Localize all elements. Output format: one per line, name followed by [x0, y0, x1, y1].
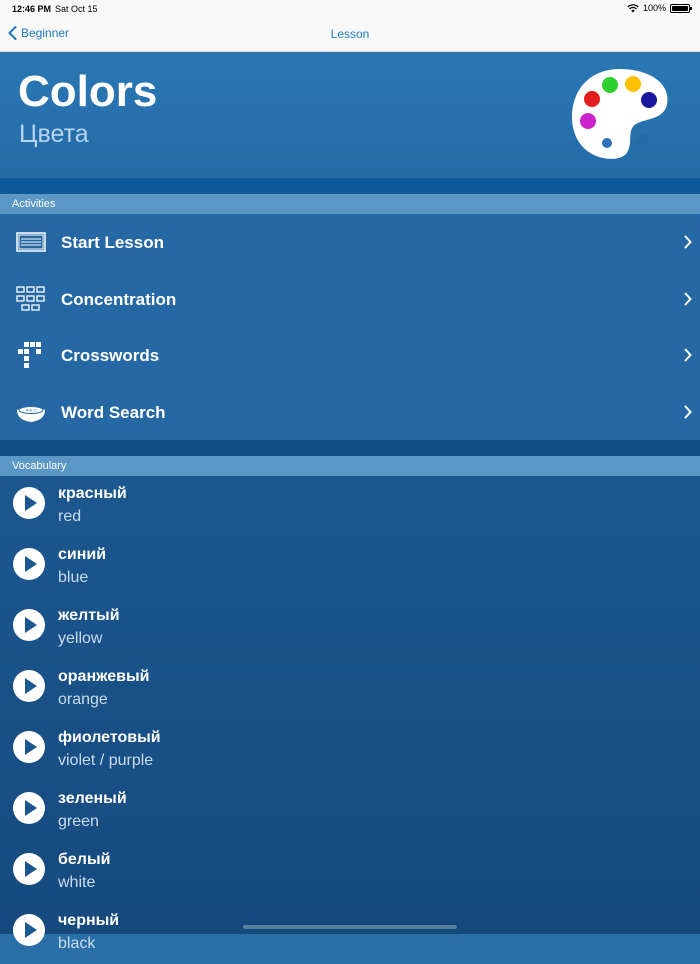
play-button[interactable] — [13, 914, 45, 946]
play-icon — [25, 678, 37, 694]
vocabulary-word: красный — [58, 485, 127, 502]
activity-crosswords[interactable]: Crosswords — [0, 327, 700, 383]
wifi-icon — [627, 3, 639, 12]
vocabulary-translation: yellow — [58, 630, 103, 647]
status-bar: 12:46 PM Sat Oct 15 100% — [0, 0, 700, 18]
vocabulary-word: черный — [58, 912, 120, 929]
vocabulary-translation: violet / purple — [58, 752, 154, 769]
chevron-right-icon — [684, 235, 692, 249]
vocabulary-header-label: Vocabulary — [12, 460, 67, 472]
status-time: 12:46 PM — [12, 4, 52, 14]
play-icon — [25, 495, 37, 511]
svg-text:A B C: A B C — [26, 408, 36, 413]
play-button[interactable] — [13, 853, 45, 885]
vocabulary-section-header: Vocabulary — [0, 456, 700, 476]
vocabulary-item: желтый yellow — [0, 598, 700, 659]
play-button[interactable] — [13, 670, 45, 702]
lesson-title: Colors — [18, 67, 158, 116]
play-button[interactable] — [13, 609, 45, 641]
play-icon — [25, 861, 37, 877]
activities-section-header: Activities — [0, 194, 700, 214]
vocabulary-item: синий blue — [0, 537, 700, 598]
vocabulary-translation: white — [58, 874, 96, 891]
grid-icon — [16, 286, 45, 311]
activity-concentration[interactable]: Concentration — [0, 271, 700, 327]
play-icon — [25, 556, 37, 572]
play-icon — [25, 617, 37, 633]
paint-dot — [580, 113, 596, 129]
play-button[interactable] — [13, 487, 45, 519]
activity-label: Start Lesson — [61, 233, 164, 252]
play-icon — [25, 739, 37, 755]
vocabulary-translation: green — [58, 813, 99, 830]
chevron-right-icon — [684, 348, 692, 362]
play-icon — [25, 922, 37, 938]
section-divider — [0, 440, 700, 456]
vocabulary-word: желтый — [58, 607, 120, 624]
play-button[interactable] — [13, 548, 45, 580]
paint-dot — [584, 91, 600, 107]
activity-label: Concentration — [61, 290, 177, 309]
palette-icon — [571, 69, 668, 159]
vocabulary-translation: red — [58, 508, 82, 525]
activity-start-lesson[interactable]: Start Lesson — [0, 214, 700, 270]
paint-dot — [602, 138, 612, 148]
lesson-subtitle: Цвета — [19, 120, 89, 148]
vocabulary-translation: blue — [58, 569, 89, 586]
activity-word-search[interactable]: A B C Word Search — [0, 384, 700, 440]
status-right: 100% — [627, 3, 692, 13]
vocabulary-translation: black — [58, 935, 96, 952]
vocabulary-word: оранжевый — [58, 668, 150, 685]
activity-label: Crosswords — [61, 346, 160, 365]
paint-dot — [641, 92, 657, 108]
play-button[interactable] — [13, 731, 45, 763]
vocabulary-word: фиолетовый — [58, 729, 161, 746]
battery-percent: 100% — [642, 3, 666, 13]
crossword-icon — [18, 342, 41, 368]
vocabulary-item: зеленый green — [0, 781, 700, 842]
home-indicator[interactable] — [243, 925, 457, 929]
paint-dot — [625, 76, 641, 92]
battery-icon — [670, 3, 692, 13]
status-date: Sat Oct 15 — [55, 4, 98, 14]
vocabulary-item: фиолетовый violet / purple — [0, 720, 700, 781]
header-divider — [0, 178, 700, 194]
navigation-bar: Beginner Lesson — [0, 18, 700, 52]
flashcard-icon — [16, 232, 46, 252]
vocabulary-word: синий — [58, 546, 107, 563]
vocabulary-item: белый white — [0, 842, 700, 903]
nav-title: Lesson — [330, 27, 370, 41]
chevron-right-icon — [684, 292, 692, 306]
activities-list: Start Lesson Concentration Crosswords A … — [0, 214, 700, 440]
chevron-right-icon — [684, 405, 692, 419]
play-icon — [25, 800, 37, 816]
play-button[interactable] — [13, 792, 45, 824]
paint-dot — [602, 77, 618, 93]
vocabulary-item: красный red — [0, 476, 700, 537]
vocabulary-translation: orange — [58, 691, 108, 708]
vocabulary-word: зеленый — [58, 790, 127, 807]
vocabulary-item: оранжевый orange — [0, 659, 700, 720]
word-search-icon: A B C — [17, 406, 45, 422]
vocabulary-word: белый — [58, 851, 111, 868]
lesson-header: Colors Цвета — [0, 52, 700, 178]
activities-header-label: Activities — [12, 198, 56, 210]
activity-label: Word Search — [61, 403, 166, 422]
